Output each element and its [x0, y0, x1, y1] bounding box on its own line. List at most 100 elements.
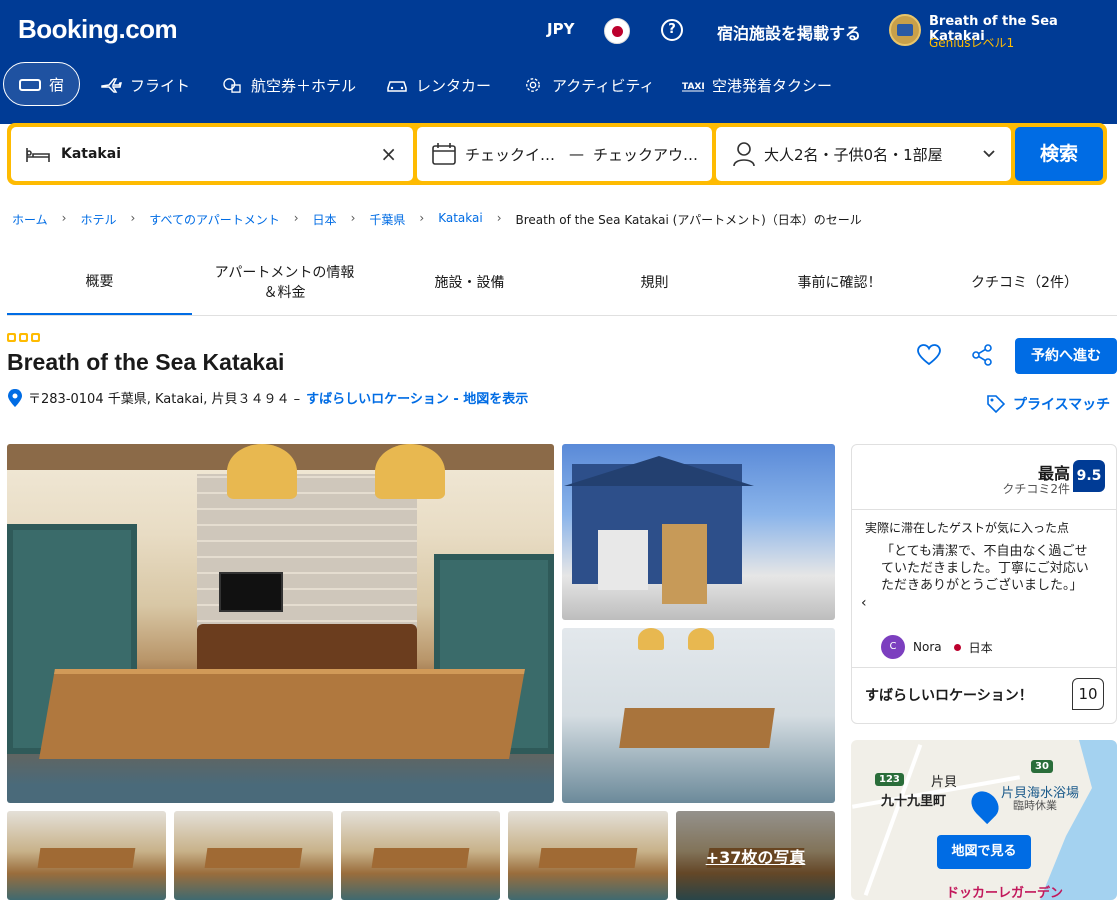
- bed-icon: [19, 79, 41, 91]
- chevron-right-icon: ›: [350, 211, 356, 225]
- review-count[interactable]: クチコミ2件: [1002, 480, 1070, 497]
- nav-label: 空港発着タクシー: [712, 76, 833, 95]
- currency-button[interactable]: JPY: [547, 20, 574, 38]
- chevron-right-icon: ›: [293, 211, 299, 225]
- location-score: 10: [1072, 678, 1104, 710]
- map-label-katakai: 片貝: [931, 775, 958, 790]
- taxi-icon: TAXI: [682, 82, 704, 92]
- reserve-button[interactable]: 予約へ進む: [1015, 338, 1117, 374]
- destination-field[interactable]: Katakai ×: [11, 127, 413, 181]
- price-match-link[interactable]: プライスマッチ: [987, 394, 1110, 414]
- property-address: 〒283-0104 千葉県, Katakai, 片貝３４９４ – すばらしいロケ…: [8, 388, 528, 407]
- reviewer-name: Nora: [913, 640, 942, 654]
- breadcrumb-chiba[interactable]: 千葉県: [369, 211, 405, 228]
- tab-house-rules[interactable]: 規則: [562, 250, 747, 315]
- nav-label: レンタカー: [416, 76, 492, 95]
- tab-reviews[interactable]: クチコミ（2件）: [932, 250, 1117, 315]
- tab-fine-print[interactable]: 事前に確認！: [747, 250, 932, 315]
- nav-label: フライト: [130, 76, 191, 95]
- breadcrumb-japan[interactable]: 日本: [313, 211, 337, 228]
- user-avatar[interactable]: [889, 14, 921, 46]
- divider: [852, 667, 1116, 668]
- nav-label: 航空券＋ホテル: [251, 76, 357, 95]
- japan-flag-icon[interactable]: [604, 18, 630, 44]
- pendant-lamp: [375, 444, 445, 499]
- breadcrumb-current: Breath of the Sea Katakai (アパートメント)（日本）の…: [515, 213, 862, 227]
- map-label-closed: 臨時休業: [1013, 799, 1057, 812]
- thumbnail-photo[interactable]: [7, 811, 166, 900]
- price-match-label: プライスマッチ: [1013, 397, 1111, 413]
- route-shield: 30: [1031, 760, 1053, 773]
- dining-photo[interactable]: [562, 628, 835, 803]
- reviewer-avatar: C: [881, 635, 905, 659]
- japan-flag-icon: [953, 643, 961, 651]
- guest-liked-heading: 実際に滞在したゲストが気に入った点: [865, 521, 1070, 535]
- tab-overview[interactable]: 概要: [7, 250, 192, 315]
- show-on-map-button[interactable]: 地図で見る: [937, 835, 1031, 869]
- breadcrumb-apartments[interactable]: すべてのアパートメント: [149, 211, 279, 228]
- property-tabs: 概要 アパートメントの情報 ＆料金 施設・設備 規則 事前に確認！ クチコミ（2…: [7, 250, 1117, 316]
- checkout-input[interactable]: チェックアウ…: [593, 144, 698, 165]
- house-door: [662, 524, 707, 604]
- nav-label: アクティビティ: [552, 76, 655, 95]
- nav-label: 宿: [49, 75, 65, 94]
- thumbnail-photo[interactable]: [174, 811, 333, 900]
- review-score: 9.5: [1073, 460, 1105, 492]
- main-photo[interactable]: [7, 444, 554, 803]
- chevron-down-icon: [983, 150, 995, 158]
- nav-item-flights[interactable]: フライト: [100, 62, 190, 108]
- guests-value[interactable]: 大人2名・子供0名・1部屋: [764, 144, 943, 165]
- pendant-lamp: [638, 628, 664, 650]
- nav-item-car-rental[interactable]: レンタカー: [386, 62, 491, 108]
- location-label: すばらしいロケーション！: [865, 688, 1033, 704]
- list-property-link[interactable]: 宿泊施設を掲載する: [717, 20, 861, 44]
- chevron-right-icon: ›: [496, 211, 502, 225]
- top-header: Booking.com JPY ? 宿泊施設を掲載する Breath of th…: [0, 0, 1117, 124]
- nav-item-activities[interactable]: アクティビティ: [522, 62, 654, 108]
- review-quote: 「とても清潔で、不自由なく過ごせていただきました。丁寧にご対応いただきありがとう…: [881, 544, 1089, 593]
- destination-input[interactable]: Katakai: [61, 146, 121, 162]
- share-icon[interactable]: [971, 344, 993, 366]
- reviewer-country: 日本: [968, 640, 993, 655]
- clear-icon[interactable]: ×: [380, 142, 397, 166]
- pendant-lamp: [688, 628, 714, 650]
- breadcrumb-home[interactable]: ホーム: [12, 211, 48, 228]
- tab-info-prices[interactable]: アパートメントの情報 ＆料金: [192, 250, 377, 315]
- dining-table: [39, 669, 525, 759]
- thumbnail-more-photos[interactable]: +37枚の写真: [676, 811, 835, 900]
- search-bar: Katakai × チェックイ… — チェックアウ… 大人2名・子供0名・1部屋…: [7, 123, 1107, 185]
- chevron-left-icon[interactable]: ‹: [861, 595, 867, 611]
- breadcrumb-katakai[interactable]: Katakai: [438, 211, 483, 228]
- breadcrumb-hotels[interactable]: ホテル: [80, 211, 116, 228]
- nav-item-airport-taxi[interactable]: TAXI 空港発着タクシー: [682, 62, 832, 108]
- map-preview[interactable]: 123 30 片貝 九十九里町 片貝海水浴場 臨時休業 地図で見る ドッカーレガ…: [851, 740, 1117, 900]
- thumbnail-photo[interactable]: [508, 811, 668, 900]
- more-photos-label[interactable]: +37枚の写真: [676, 811, 835, 900]
- guests-field[interactable]: 大人2名・子供0名・1部屋: [716, 127, 1011, 181]
- activity-icon: [526, 78, 540, 92]
- date-field[interactable]: チェックイ… — チェックアウ…: [417, 127, 712, 181]
- search-button[interactable]: 検索: [1015, 127, 1103, 181]
- review-card: 最高 クチコミ2件 9.5 実際に滞在したゲストが気に入った点 ‹ 「とても清潔…: [851, 444, 1117, 724]
- nav-item-stays[interactable]: 宿: [3, 62, 81, 106]
- map-label-dokka: ドッカーレガーデン: [946, 886, 1064, 900]
- chevron-right-icon: ›: [61, 211, 67, 225]
- dining-table: [619, 708, 775, 748]
- help-icon[interactable]: ?: [661, 19, 683, 41]
- house-window: [598, 530, 648, 590]
- star-rating: [7, 333, 40, 342]
- booking-logo[interactable]: Booking.com: [18, 14, 178, 45]
- heart-icon[interactable]: [917, 344, 941, 366]
- tv: [219, 572, 283, 612]
- person-icon: [733, 142, 755, 167]
- thumbnail-photo[interactable]: [341, 811, 500, 900]
- show-map-link[interactable]: すばらしいロケーション - 地図を表示: [306, 388, 528, 407]
- exterior-photo[interactable]: [562, 444, 835, 620]
- divider: [852, 509, 1116, 510]
- checkin-input[interactable]: チェックイ…: [465, 144, 555, 165]
- chevron-right-icon: ›: [419, 211, 425, 225]
- plane-icon: [101, 78, 122, 93]
- map-sea: [1040, 740, 1117, 900]
- nav-item-flight-hotel[interactable]: 航空券＋ホテル: [221, 62, 356, 108]
- tab-facilities[interactable]: 施設・設備: [377, 250, 562, 315]
